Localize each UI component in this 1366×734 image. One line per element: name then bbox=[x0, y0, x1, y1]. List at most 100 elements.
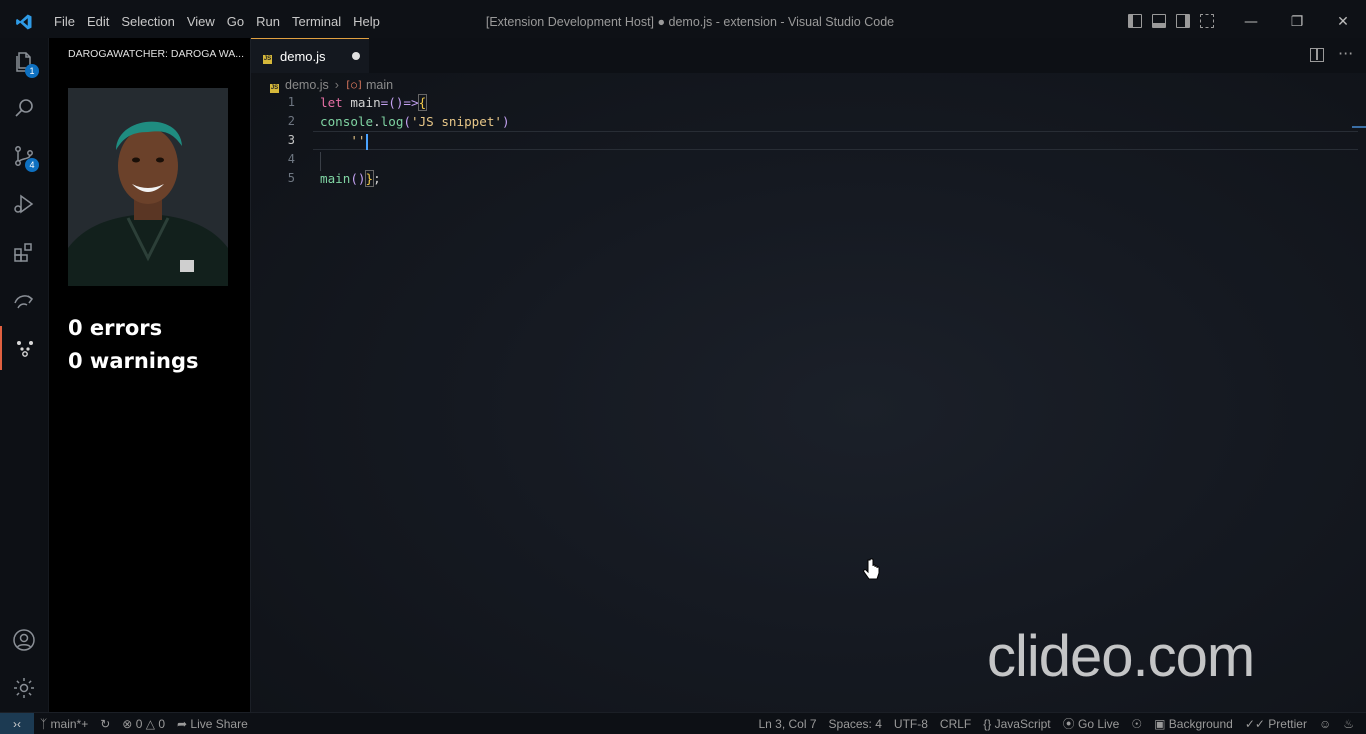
errors-value: 0 bbox=[135, 716, 143, 731]
breadcrumb-symbol[interactable]: main bbox=[366, 78, 393, 92]
text-cursor bbox=[365, 133, 368, 150]
status-bar: ›‹ ᛉ main*+ ↻ ⊗ 0 △ 0 ➦ Live Share Ln 3,… bbox=[0, 712, 1366, 734]
sync-icon[interactable]: ↻ bbox=[94, 717, 116, 731]
broadcast-icon: ⦿ bbox=[1062, 717, 1078, 731]
braces-icon: {} bbox=[983, 716, 995, 731]
js-file-icon: JS bbox=[270, 83, 279, 93]
token-keyword: let bbox=[320, 95, 343, 110]
watermark: clideo.com bbox=[987, 624, 1255, 689]
activity-bar: 1 4 bbox=[0, 38, 49, 712]
tweet-feedback-icon[interactable]: ☉ bbox=[1125, 717, 1148, 731]
toggle-panel-icon[interactable] bbox=[1152, 14, 1166, 28]
explorer-icon[interactable]: 1 bbox=[0, 40, 48, 84]
tab-demo-js[interactable]: JS demo.js bbox=[251, 38, 369, 73]
go-live-button[interactable]: ⦿ Go Live bbox=[1057, 715, 1126, 732]
current-line-highlight bbox=[313, 131, 1358, 150]
unsaved-dot-icon[interactable] bbox=[352, 52, 360, 60]
image-icon: ▣ bbox=[1154, 716, 1169, 731]
prettier-label: Prettier bbox=[1268, 716, 1307, 731]
search-icon[interactable] bbox=[0, 86, 48, 130]
sidebar-title: DAROGAWATCHER: DAROGA WA... bbox=[68, 48, 244, 60]
indentation[interactable]: Spaces: 4 bbox=[823, 717, 888, 731]
token-string: 'JS snippet' bbox=[411, 114, 503, 129]
remote-explorer-icon[interactable] bbox=[0, 278, 48, 322]
code-line[interactable]: let main=()=>{ bbox=[320, 94, 428, 111]
accounts-icon[interactable] bbox=[0, 618, 48, 662]
symbol-variable-icon: [○] bbox=[344, 79, 364, 91]
token-function: log bbox=[380, 114, 404, 129]
encoding[interactable]: UTF-8 bbox=[888, 717, 934, 731]
source-control-icon[interactable]: 4 bbox=[0, 134, 48, 178]
code-line[interactable]: '' bbox=[320, 133, 368, 150]
toggle-primary-sidebar-icon[interactable] bbox=[1128, 14, 1142, 28]
tab-bar: JS demo.js ··· bbox=[251, 38, 1366, 73]
explorer-badge: 1 bbox=[25, 64, 39, 78]
token-paren: ( bbox=[403, 114, 412, 129]
sidebar-panel: DAROGAWATCHER: DAROGA WA... 0 errors 0 w… bbox=[49, 38, 251, 712]
chevron-right-icon: › bbox=[334, 78, 339, 92]
toggle-secondary-sidebar-icon[interactable] bbox=[1176, 14, 1190, 28]
live-share-label: Live Share bbox=[190, 716, 248, 731]
live-share-button[interactable]: ➦ Live Share bbox=[171, 717, 254, 731]
remote-indicator-icon[interactable]: ›‹ bbox=[0, 713, 34, 734]
token-brace: } bbox=[364, 170, 375, 187]
errors-count: 0 errors bbox=[68, 316, 163, 340]
run-debug-icon[interactable] bbox=[0, 182, 48, 226]
error-icon: ⊗ bbox=[122, 716, 133, 731]
code-line[interactable]: console.log('JS snippet') bbox=[320, 114, 510, 129]
branch-name: main*+ bbox=[50, 716, 89, 731]
double-check-icon: ✓✓ bbox=[1244, 716, 1269, 731]
breadcrumb-file[interactable]: demo.js bbox=[285, 78, 329, 92]
manage-gear-icon[interactable] bbox=[0, 666, 48, 710]
background-label: Background bbox=[1168, 716, 1233, 731]
split-editor-icon[interactable] bbox=[1310, 48, 1324, 62]
token-string: '' bbox=[320, 133, 366, 148]
breadcrumb: JS demo.js › [○] main bbox=[270, 76, 393, 94]
end-of-line[interactable]: CRLF bbox=[934, 717, 977, 731]
go-live-label: Go Live bbox=[1077, 717, 1120, 731]
profile-photo bbox=[68, 88, 228, 286]
cursor-position[interactable]: Ln 3, Col 7 bbox=[752, 717, 822, 731]
token-function: main bbox=[320, 171, 351, 186]
warnings-count: 0 warnings bbox=[68, 349, 199, 373]
warning-icon: △ bbox=[145, 716, 155, 731]
indent-guide bbox=[320, 152, 321, 171]
code-line[interactable]: main()}; bbox=[320, 170, 381, 187]
layout-controls bbox=[1128, 14, 1214, 28]
token-identifier: main bbox=[342, 95, 381, 110]
language-mode[interactable]: {} JavaScript bbox=[977, 717, 1056, 731]
token-punct: ; bbox=[373, 171, 381, 186]
mouse-pointer-icon bbox=[863, 558, 881, 586]
scrollbar-cursor-marker[interactable] bbox=[1352, 126, 1366, 128]
token-punct: =()=> bbox=[380, 95, 419, 110]
more-actions-icon[interactable]: ··· bbox=[1338, 44, 1353, 63]
feedback-person-icon[interactable]: ☺ bbox=[1313, 717, 1337, 731]
js-file-icon: JS bbox=[263, 54, 272, 64]
git-branch-icon: ᛉ bbox=[40, 716, 51, 731]
language-label: JavaScript bbox=[994, 716, 1051, 731]
line-number: 3 bbox=[287, 133, 295, 147]
tab-label: demo.js bbox=[280, 48, 326, 64]
line-number: 5 bbox=[287, 171, 295, 185]
problems-status[interactable]: ⊗ 0 △ 0 bbox=[116, 717, 171, 731]
line-number: 1 bbox=[287, 95, 295, 109]
editor-area: JS demo.js ··· JS demo.js › [○] main 1 2… bbox=[251, 38, 1366, 712]
status-right: Ln 3, Col 7 Spaces: 4 UTF-8 CRLF {} Java… bbox=[752, 713, 1360, 734]
live-share-icon: ➦ bbox=[177, 716, 191, 731]
notifications-bell-icon[interactable]: ♨ bbox=[1337, 717, 1360, 731]
source-control-badge: 4 bbox=[25, 158, 39, 172]
token-brace: { bbox=[417, 94, 428, 111]
warnings-value: 0 bbox=[158, 716, 165, 731]
token-paren: ) bbox=[502, 114, 510, 129]
token-object: console bbox=[320, 114, 374, 129]
branch-status[interactable]: ᛉ main*+ bbox=[34, 717, 94, 731]
prettier-button[interactable]: ✓✓ Prettier bbox=[1239, 717, 1313, 731]
extensions-icon[interactable] bbox=[0, 230, 48, 274]
customize-layout-icon[interactable] bbox=[1200, 14, 1214, 28]
background-button[interactable]: ▣ Background bbox=[1148, 717, 1239, 731]
line-number: 2 bbox=[287, 114, 295, 128]
token-paren: () bbox=[350, 171, 366, 186]
darogawatcher-icon[interactable] bbox=[0, 326, 48, 370]
line-number: 4 bbox=[287, 152, 295, 166]
token-punct: . bbox=[373, 114, 381, 129]
